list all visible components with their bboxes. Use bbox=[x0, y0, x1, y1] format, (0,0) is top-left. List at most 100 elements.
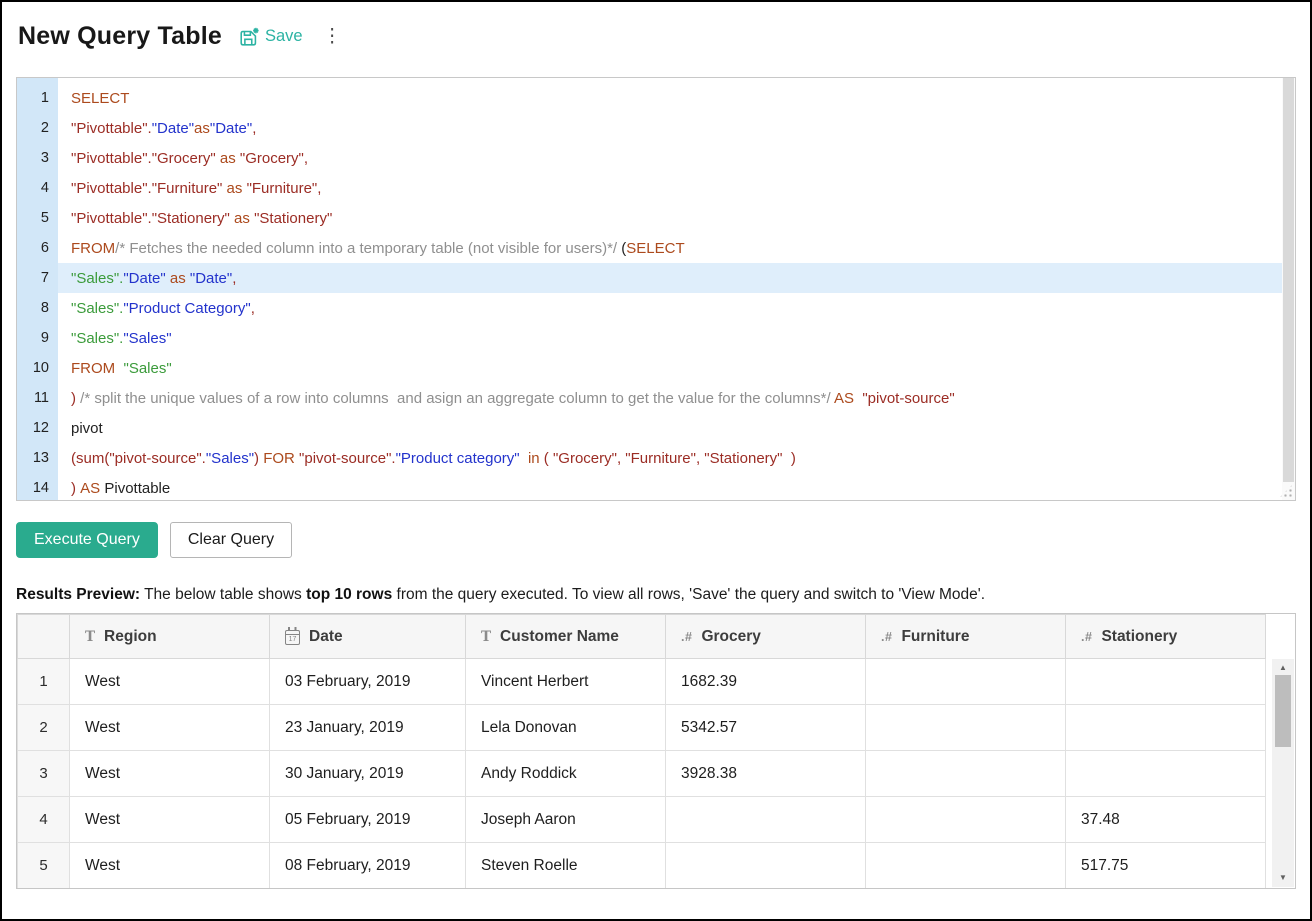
table-cell: Andy Roddick bbox=[466, 751, 666, 797]
code-text: "Pivottable"."Date"as"Date", bbox=[58, 113, 1295, 143]
save-icon bbox=[238, 26, 260, 48]
editor-scrollbar-thumb[interactable] bbox=[1283, 78, 1294, 482]
code-line[interactable]: 3"Pivottable"."Grocery" as "Grocery", bbox=[17, 143, 1295, 173]
top-bar: New Query Table Save ⋮ bbox=[2, 2, 1310, 77]
line-number: 7 bbox=[17, 270, 58, 286]
table-cell: 03 February, 2019 bbox=[270, 659, 466, 705]
query-actions: Execute Query Clear Query bbox=[16, 522, 1296, 558]
results-table-container: TRegion17DateTCustomer Name.#Grocery.#Fu… bbox=[16, 613, 1296, 889]
code-line[interactable]: 14) AS Pivottable bbox=[17, 473, 1295, 501]
results-scrollbar-thumb[interactable] bbox=[1275, 675, 1291, 747]
number-type-icon: .# bbox=[1081, 630, 1092, 644]
code-line[interactable]: 11) /* split the unique values of a row … bbox=[17, 383, 1295, 413]
code-line[interactable]: 8"Sales"."Product Category", bbox=[17, 293, 1295, 323]
line-number: 3 bbox=[17, 150, 58, 166]
number-type-icon: .# bbox=[881, 630, 892, 644]
results-table: TRegion17DateTCustomer Name.#Grocery.#Fu… bbox=[17, 614, 1266, 889]
table-cell: 5342.57 bbox=[666, 705, 866, 751]
code-line[interactable]: 7"Sales"."Date" as "Date", bbox=[17, 263, 1295, 293]
code-line[interactable]: 6FROM/* Fetches the needed column into a… bbox=[17, 233, 1295, 263]
text-type-icon: T bbox=[481, 629, 491, 645]
code-text: "Pivottable"."Furniture" as "Furniture", bbox=[58, 173, 1295, 203]
table-cell: 08 February, 2019 bbox=[270, 843, 466, 889]
results-note-text: The below table shows bbox=[140, 586, 306, 603]
table-cell: Joseph Aaron bbox=[466, 797, 666, 843]
table-row: 3West30 January, 2019Andy Roddick3928.38 bbox=[18, 751, 1266, 797]
column-header-customer-name[interactable]: T Customer Name bbox=[466, 615, 666, 659]
results-note: Results Preview: The below table shows t… bbox=[16, 586, 1296, 604]
code-text: (sum("pivot-source"."Sales") FOR "pivot-… bbox=[58, 443, 1295, 473]
code-line[interactable]: 5"Pivottable"."Stationery" as "Stationer… bbox=[17, 203, 1295, 233]
line-number: 2 bbox=[17, 120, 58, 136]
results-header-row: TRegion17DateTCustomer Name.#Grocery.#Fu… bbox=[18, 615, 1266, 659]
table-cell bbox=[1066, 705, 1266, 751]
table-cell: West bbox=[70, 843, 270, 889]
code-line[interactable]: 4"Pivottable"."Furniture" as "Furniture"… bbox=[17, 173, 1295, 203]
line-number: 9 bbox=[17, 330, 58, 346]
column-header-region[interactable]: T Region bbox=[70, 615, 270, 659]
table-cell bbox=[866, 843, 1066, 889]
table-cell: West bbox=[70, 751, 270, 797]
code-line[interactable]: 13(sum("pivot-source"."Sales") FOR "pivo… bbox=[17, 443, 1295, 473]
save-button[interactable]: Save bbox=[238, 26, 303, 48]
table-row: 5West08 February, 2019Steven Roelle517.7… bbox=[18, 843, 1266, 889]
more-options-button[interactable]: ⋮ bbox=[319, 25, 346, 48]
code-text: ) /* split the unique values of a row in… bbox=[58, 383, 1295, 413]
column-label: Customer Name bbox=[500, 628, 619, 646]
column-label: Region bbox=[104, 628, 157, 646]
execute-query-button[interactable]: Execute Query bbox=[16, 522, 158, 558]
line-number: 4 bbox=[17, 180, 58, 196]
row-number: 1 bbox=[18, 659, 70, 705]
code-text: FROM/* Fetches the needed column into a … bbox=[58, 233, 1295, 263]
clear-query-button[interactable]: Clear Query bbox=[170, 522, 292, 558]
row-number: 4 bbox=[18, 797, 70, 843]
scroll-up-icon[interactable]: ▲ bbox=[1272, 661, 1294, 675]
table-cell: 3928.38 bbox=[666, 751, 866, 797]
code-text: "Sales"."Product Category", bbox=[58, 293, 1295, 323]
editor-scrollbar[interactable] bbox=[1282, 78, 1295, 500]
results-scrollbar[interactable]: ▲ ▼ bbox=[1272, 659, 1294, 887]
table-cell: 517.75 bbox=[1066, 843, 1266, 889]
sql-editor[interactable]: 1SELECT2"Pivottable"."Date"as"Date",3"Pi… bbox=[16, 77, 1296, 501]
scroll-down-icon[interactable]: ▼ bbox=[1272, 871, 1294, 885]
table-cell bbox=[1066, 751, 1266, 797]
page-title: New Query Table bbox=[18, 22, 222, 51]
column-header-stationery[interactable]: .# Stationery bbox=[1066, 615, 1266, 659]
code-text: "Pivottable"."Grocery" as "Grocery", bbox=[58, 143, 1295, 173]
table-cell bbox=[866, 797, 1066, 843]
date-type-icon: 17 bbox=[285, 630, 300, 645]
table-cell: West bbox=[70, 797, 270, 843]
code-line[interactable]: 1SELECT bbox=[17, 83, 1295, 113]
results-note-text: from the query executed. To view all row… bbox=[392, 586, 985, 603]
code-line[interactable]: 12pivot bbox=[17, 413, 1295, 443]
column-label: Grocery bbox=[701, 628, 760, 646]
line-number: 11 bbox=[17, 390, 58, 406]
line-number: 1 bbox=[17, 90, 58, 106]
line-number: 12 bbox=[17, 420, 58, 436]
table-row: 1West03 February, 2019Vincent Herbert168… bbox=[18, 659, 1266, 705]
code-text: "Pivottable"."Stationery" as "Stationery… bbox=[58, 203, 1295, 233]
table-cell: West bbox=[70, 705, 270, 751]
table-cell bbox=[666, 843, 866, 889]
column-header-furniture[interactable]: .# Furniture bbox=[866, 615, 1066, 659]
column-label: Stationery bbox=[1101, 628, 1177, 646]
code-line[interactable]: 10FROM "Sales" bbox=[17, 353, 1295, 383]
table-cell: 23 January, 2019 bbox=[270, 705, 466, 751]
code-text: FROM "Sales" bbox=[58, 353, 1295, 383]
column-header-date[interactable]: 17Date bbox=[270, 615, 466, 659]
column-label: Furniture bbox=[901, 628, 969, 646]
code-lines[interactable]: 1SELECT2"Pivottable"."Date"as"Date",3"Pi… bbox=[17, 78, 1295, 501]
text-type-icon: T bbox=[85, 629, 95, 645]
table-cell: Lela Donovan bbox=[466, 705, 666, 751]
table-cell bbox=[866, 751, 1066, 797]
row-number: 2 bbox=[18, 705, 70, 751]
code-text: "Sales"."Date" as "Date", bbox=[58, 263, 1295, 293]
column-header-grocery[interactable]: .#Grocery bbox=[666, 615, 866, 659]
row-number: 3 bbox=[18, 751, 70, 797]
table-cell: 37.48 bbox=[1066, 797, 1266, 843]
code-line[interactable]: 9"Sales"."Sales" bbox=[17, 323, 1295, 353]
code-line[interactable]: 2"Pivottable"."Date"as"Date", bbox=[17, 113, 1295, 143]
table-cell: Vincent Herbert bbox=[466, 659, 666, 705]
table-row: 4West05 February, 2019Joseph Aaron37.48 bbox=[18, 797, 1266, 843]
table-cell bbox=[1066, 659, 1266, 705]
